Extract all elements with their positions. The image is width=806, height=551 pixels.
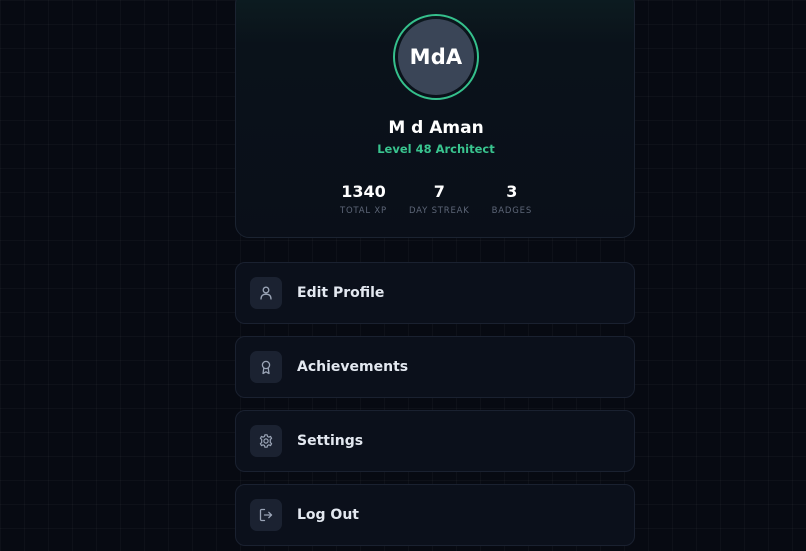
- stat-badges: 3 BADGES: [491, 182, 533, 217]
- edit-profile-label: Edit Profile: [297, 285, 385, 301]
- stat-value: 3: [506, 182, 518, 201]
- achievements-label: Achievements: [297, 359, 409, 375]
- avatar-initials: MdA: [398, 19, 474, 95]
- log-out-label: Log Out: [297, 507, 359, 523]
- stats-row: 1340 TOTAL XP 7 DAY STREAK 3 BADGES: [236, 182, 636, 217]
- edit-profile-button[interactable]: Edit Profile: [235, 262, 635, 324]
- gear-icon: [250, 425, 282, 457]
- stat-label: TOTAL XP: [339, 206, 387, 216]
- stat-value: 7: [433, 182, 445, 201]
- stat-total-xp: 1340 TOTAL XP: [339, 182, 387, 217]
- stat-label: BADGES: [491, 206, 533, 216]
- award-icon: [250, 351, 282, 383]
- avatar: MdA: [393, 14, 479, 100]
- profile-card: MdA M d Aman Level 48 Architect 1340 TOT…: [235, 0, 635, 238]
- log-out-button[interactable]: Log Out: [235, 484, 635, 546]
- settings-button[interactable]: Settings: [235, 410, 635, 472]
- logout-icon: [250, 499, 282, 531]
- stat-label: DAY STREAK: [408, 206, 470, 216]
- stat-day-streak: 7 DAY STREAK: [408, 182, 470, 217]
- user-icon: [250, 277, 282, 309]
- settings-label: Settings: [297, 433, 364, 449]
- profile-page: MdA M d Aman Level 48 Architect 1340 TOT…: [0, 0, 806, 551]
- achievements-button[interactable]: Achievements: [235, 336, 635, 398]
- user-name: M d Aman: [388, 118, 484, 138]
- stat-value: 1340: [341, 182, 386, 201]
- user-level: Level 48 Architect: [377, 142, 495, 156]
